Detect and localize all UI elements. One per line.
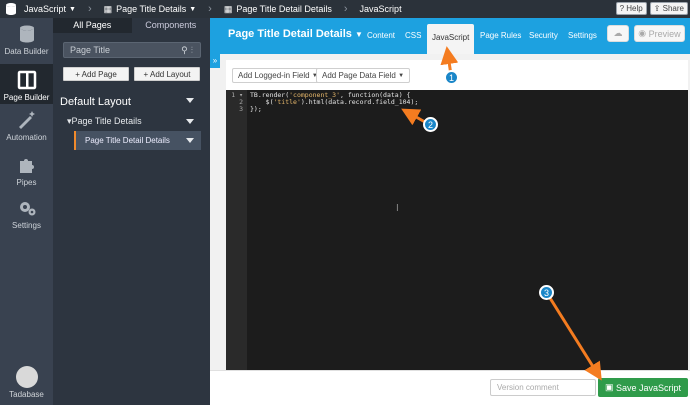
filter-sliders-icon[interactable]: ⫶ — [191, 45, 196, 55]
chevron-right-icon: › — [343, 3, 348, 15]
caret-down-icon: ▼ — [354, 30, 363, 39]
add-logged-in-field-dropdown[interactable]: Add Logged-in Field ▼ — [232, 68, 324, 83]
save-label: Save JavaScript — [616, 382, 682, 393]
annotation-badge-2: 2 — [423, 117, 438, 132]
share-button[interactable]: ⇪ Share — [649, 2, 688, 15]
tab-settings[interactable]: Settings — [568, 28, 597, 52]
caret-down-icon[interactable] — [186, 98, 194, 103]
tab-all-pages[interactable]: All Pages — [53, 18, 132, 33]
page-tree-panel: All Pages Components Page Title ⚲⫶ + Add… — [53, 18, 210, 405]
rail-label: Settings — [12, 221, 41, 230]
add-page-data-field-dropdown[interactable]: Add Page Data Field ▼ — [316, 68, 411, 83]
page-search-input[interactable]: Page Title ⚲⫶ — [63, 42, 201, 58]
breadcrumb-detail-page[interactable]: ▦ Page Title Detail Details — [218, 0, 338, 18]
save-javascript-button[interactable]: ▣ Save JavaScript — [598, 378, 688, 397]
database-icon — [19, 25, 34, 43]
database-icon — [6, 3, 16, 15]
top-bar: JavaScript ▼ › ▦ Page Title Details ▼ › ▦ Pa… — [0, 0, 690, 18]
page-title[interactable]: Page Title Detail Details ▼ — [228, 28, 363, 40]
collapse-panel-toggle[interactable]: » — [210, 54, 220, 68]
code-lines[interactable]: TB.render('component_3', function(data) … — [250, 92, 418, 113]
rail-label: Pipes — [16, 178, 37, 187]
caret-down-icon[interactable] — [186, 138, 194, 143]
breadcrumb-label: Page Title Details — [116, 4, 187, 14]
tab-components[interactable]: Components — [132, 18, 211, 33]
page-item-page-title-details[interactable]: ▾Page Title Details — [67, 116, 142, 127]
gears-icon — [19, 202, 35, 216]
dropdown-label: Add Page Data Field — [322, 71, 396, 80]
code-line-2: $('title').html(data.record.field_104); — [250, 98, 419, 106]
breadcrumb-label: JavaScript — [359, 4, 402, 14]
save-icon: ▣ — [604, 382, 614, 392]
tab-security[interactable]: Security — [529, 28, 558, 52]
code-editor[interactable]: 1 ▾ 2 3 TB.render('component_3', function(… — [226, 90, 688, 370]
cloud-icon: ☁ — [613, 28, 623, 38]
breadcrumb-javascript-dropdown[interactable]: JavaScript ▼ — [18, 0, 82, 18]
rail-item-automation[interactable]: Automation — [0, 110, 53, 150]
preview-label: Preview — [648, 28, 681, 39]
code-text: ).html(data.record.field_104); — [300, 98, 419, 106]
breadcrumb-label: JavaScript — [24, 4, 67, 14]
tab-content[interactable]: Content — [367, 28, 395, 52]
rail-item-data-builder[interactable]: Data Builder — [0, 24, 53, 64]
line-numbers: 1 ▾ 2 3 — [226, 90, 247, 370]
share-label: Share — [662, 4, 684, 13]
annotation-badge-3: 3 — [539, 285, 554, 300]
caret-down-icon[interactable] — [186, 119, 194, 124]
tab-css[interactable]: CSS — [405, 28, 421, 52]
rail-item-page-builder[interactable]: Page Builder — [0, 64, 53, 104]
annotation-badge-1: 1 — [444, 70, 459, 85]
editor-footer: Version comment ▣ Save JavaScript — [210, 370, 690, 405]
chevron-right-icon: › — [87, 3, 92, 15]
caret-down-icon: ▼ — [69, 5, 76, 13]
help-label: Help — [626, 4, 643, 13]
magic-wand-icon — [18, 111, 35, 129]
javascript-editor-card: Add Logged-in Field ▼ Add Page Data Fiel… — [226, 60, 688, 370]
search-icon[interactable]: ⚲ — [181, 45, 191, 55]
share-icon: ⇪ — [653, 4, 661, 13]
caret-down-icon: ▼ — [398, 72, 405, 79]
page-icon: ▦ — [103, 3, 113, 14]
user-name: Tadabase — [9, 390, 44, 399]
icon-rail: Data Builder Page Builder Automation Pip… — [0, 18, 53, 405]
version-comment-input[interactable]: Version comment — [490, 379, 596, 396]
rail-item-settings[interactable]: Settings — [0, 198, 53, 238]
cloud-upload-button[interactable]: ☁ — [607, 25, 629, 42]
eye-icon: ◉ — [638, 28, 647, 38]
code-string: 'title' — [273, 98, 301, 106]
rail-label: Data Builder — [4, 47, 49, 56]
puzzle-icon — [19, 159, 34, 173]
preview-button[interactable]: ◉ Preview — [634, 25, 685, 42]
rail-label: Automation — [6, 133, 47, 142]
question-icon: ? — [619, 4, 625, 13]
rail-item-pipes[interactable]: Pipes — [0, 155, 53, 195]
breadcrumb-label: Page Title Detail Details — [236, 4, 332, 14]
tab-page-rules[interactable]: Page Rules — [480, 28, 521, 52]
caret-down-icon: ▼ — [189, 5, 197, 13]
text-cursor-icon: I — [396, 203, 399, 214]
add-page-button[interactable]: + Add Page — [63, 67, 129, 81]
default-layout-heading[interactable]: Default Layout — [60, 96, 131, 108]
breadcrumb-current: JavaScript — [354, 0, 408, 18]
page-item-label: Page Title Details — [71, 116, 142, 126]
search-value: Page Title — [70, 45, 111, 55]
add-layout-button[interactable]: + Add Layout — [134, 67, 200, 81]
page-header: Page Title Detail Details ▼ Content CSS … — [210, 18, 690, 54]
page-item-label: Page Title Detail Details — [85, 136, 170, 145]
chevron-right-icon: › — [208, 3, 212, 15]
layout-icon — [17, 70, 36, 90]
tab-javascript[interactable]: JavaScript — [427, 24, 475, 54]
page-icon: ▦ — [223, 3, 233, 14]
help-button[interactable]: ? Help — [615, 2, 647, 15]
rail-label: Page Builder — [3, 93, 50, 102]
page-item-detail-details[interactable]: Page Title Detail Details — [74, 131, 201, 150]
page-title-text: Page Title Detail Details — [228, 28, 352, 40]
chevron-right-icon: » — [212, 56, 218, 65]
user-avatar[interactable] — [16, 366, 38, 388]
dropdown-label: Add Logged-in Field — [238, 71, 310, 80]
code-line-3: }); — [250, 105, 262, 113]
breadcrumb-page-dropdown[interactable]: ▦ Page Title Details ▼ — [98, 0, 203, 18]
